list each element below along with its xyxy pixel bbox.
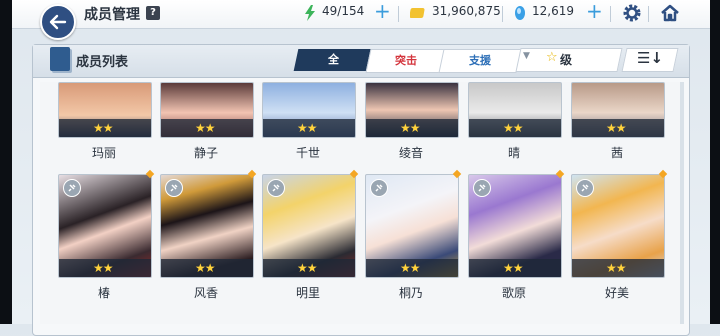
character-name: 风香 (193, 286, 218, 300)
arrow-left-icon (49, 14, 67, 30)
scrollbar[interactable] (680, 82, 684, 324)
panel-title: 成员列表 (76, 55, 129, 70)
tab-striker[interactable]: 突击 (365, 49, 447, 73)
character-name: 桐乃 (398, 286, 423, 300)
tab-special[interactable]: 支援 (438, 49, 522, 73)
divider (502, 6, 503, 22)
star-rating: ★★ (93, 261, 113, 275)
gem-icon (515, 6, 525, 20)
divider (648, 6, 649, 22)
star-icon: ☆ (546, 50, 558, 65)
character-portrait: ★★ (365, 82, 459, 138)
star-rating: ★★ (503, 121, 523, 135)
character-portrait: ★★ (468, 174, 562, 278)
credit-icon (410, 8, 425, 18)
pin-icon[interactable] (63, 179, 81, 197)
character-portrait: ★★ (365, 174, 459, 278)
character-name: 千世 (295, 146, 320, 160)
character-name: 明里 (295, 286, 320, 300)
character-name: 绫音 (398, 146, 423, 160)
character-name: 好美 (604, 286, 629, 300)
ap-icon (305, 5, 315, 21)
sort-order-icon: ☰↓ (637, 49, 664, 67)
star-rating: ★★ (195, 121, 215, 135)
member-grid[interactable]: ★★ 玛丽 ★★ 静子 ★★ 千世 ★★ 绫音 ★★ 晴 ★★ 茜 ★★ 椿 ★… (40, 82, 680, 324)
back-button[interactable] (40, 4, 76, 40)
gems-value: 12,619 (532, 4, 574, 18)
star-rating: ★★ (606, 121, 626, 135)
character-name: 椿 (97, 286, 110, 300)
stars-bar: ★★ (572, 259, 664, 277)
stars-bar: ★★ (161, 259, 253, 277)
pin-icon[interactable] (267, 179, 285, 197)
stars-bar: ★★ (366, 259, 458, 277)
home-icon[interactable] (660, 3, 680, 23)
character-portrait: ★★ (571, 82, 665, 138)
stars-bar: ★★ (263, 259, 355, 277)
credits-value: 31,960,875 (432, 4, 501, 18)
character-portrait: ★★ (571, 174, 665, 278)
character-name: 茜 (610, 146, 623, 160)
character-portrait: ★★ (58, 174, 152, 278)
star-rating: ★★ (297, 261, 317, 275)
character-name: 歌原 (501, 286, 526, 300)
pin-icon[interactable] (370, 179, 388, 197)
star-rating: ★★ (606, 261, 626, 275)
character-name: 静子 (193, 146, 218, 160)
tab-all-label: 全 (327, 53, 339, 66)
gems-plus-button[interactable]: + (586, 1, 603, 21)
star-rating: ★★ (400, 261, 420, 275)
divider (398, 6, 399, 22)
star-rating: ★★ (400, 121, 420, 135)
tab-striker-label: 突击 (395, 54, 417, 67)
member-list-icon (50, 47, 70, 71)
stars-bar: ★★ (161, 119, 253, 137)
character-portrait: ★★ (468, 82, 562, 138)
page-title: 成员管理 (84, 7, 140, 23)
left-edge (0, 0, 12, 324)
tab-all[interactable]: 全 (293, 49, 373, 71)
right-edge (710, 0, 720, 324)
character-portrait: ★★ (160, 174, 254, 278)
help-icon[interactable]: ? (146, 6, 160, 20)
divider (610, 6, 611, 22)
filter-icon[interactable]: ▼ (523, 51, 530, 61)
ap-plus-button[interactable]: + (374, 1, 391, 21)
stars-bar: ★★ (59, 119, 151, 137)
sort-label: 级 (560, 53, 573, 67)
tab-special-label: 支援 (469, 54, 491, 67)
star-rating: ★★ (93, 121, 113, 135)
character-portrait: ★★ (58, 82, 152, 138)
star-rating: ★★ (503, 261, 523, 275)
star-rating: ★★ (195, 261, 215, 275)
character-name: 晴 (507, 146, 520, 160)
pin-icon[interactable] (473, 179, 491, 197)
character-portrait: ★★ (262, 82, 356, 138)
pin-icon[interactable] (165, 179, 183, 197)
stars-bar: ★★ (572, 119, 664, 137)
gear-icon[interactable] (622, 3, 642, 23)
star-rating: ★★ (297, 121, 317, 135)
character-portrait: ★★ (262, 174, 356, 278)
ap-value: 49/154 (322, 4, 365, 18)
stars-bar: ★★ (59, 259, 151, 277)
character-name: 玛丽 (91, 146, 116, 160)
stars-bar: ★★ (366, 119, 458, 137)
stars-bar: ★★ (263, 119, 355, 137)
stars-bar: ★★ (469, 259, 561, 277)
character-portrait: ★★ (160, 82, 254, 138)
pin-icon[interactable] (576, 179, 594, 197)
stars-bar: ★★ (469, 119, 561, 137)
